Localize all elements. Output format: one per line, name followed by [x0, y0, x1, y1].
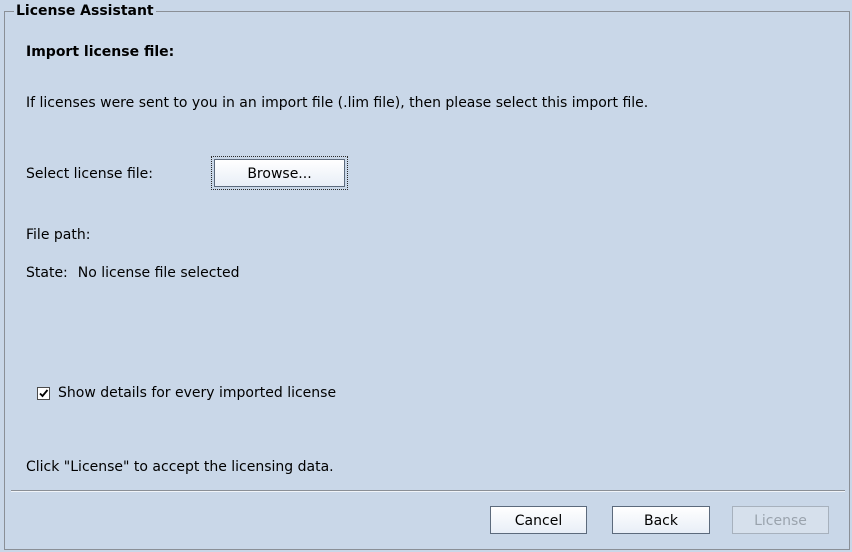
panel-title: License Assistant: [14, 3, 156, 19]
state-value: No license file selected: [77, 265, 240, 281]
select-license-label: Select license file:: [26, 166, 153, 182]
checkmark-icon: [39, 388, 49, 397]
back-button[interactable]: Back: [612, 506, 710, 534]
state-row: State: No license file selected: [26, 265, 239, 281]
footer-divider: [11, 490, 845, 492]
file-path-label: File path:: [26, 227, 91, 243]
license-button[interactable]: License: [732, 506, 829, 534]
state-label: State:: [26, 265, 68, 281]
browse-button[interactable]: Browse...: [214, 159, 345, 187]
show-details-checkbox[interactable]: [37, 386, 50, 400]
show-details-option[interactable]: Show details for every imported license: [37, 385, 336, 401]
intro-text: If licenses were sent to you in an impor…: [26, 95, 649, 111]
show-details-label: Show details for every imported license: [58, 385, 337, 401]
license-hint: Click "License" to accept the licensing …: [26, 459, 334, 475]
section-heading: Import license file:: [26, 44, 175, 60]
cancel-button[interactable]: Cancel: [490, 506, 587, 534]
